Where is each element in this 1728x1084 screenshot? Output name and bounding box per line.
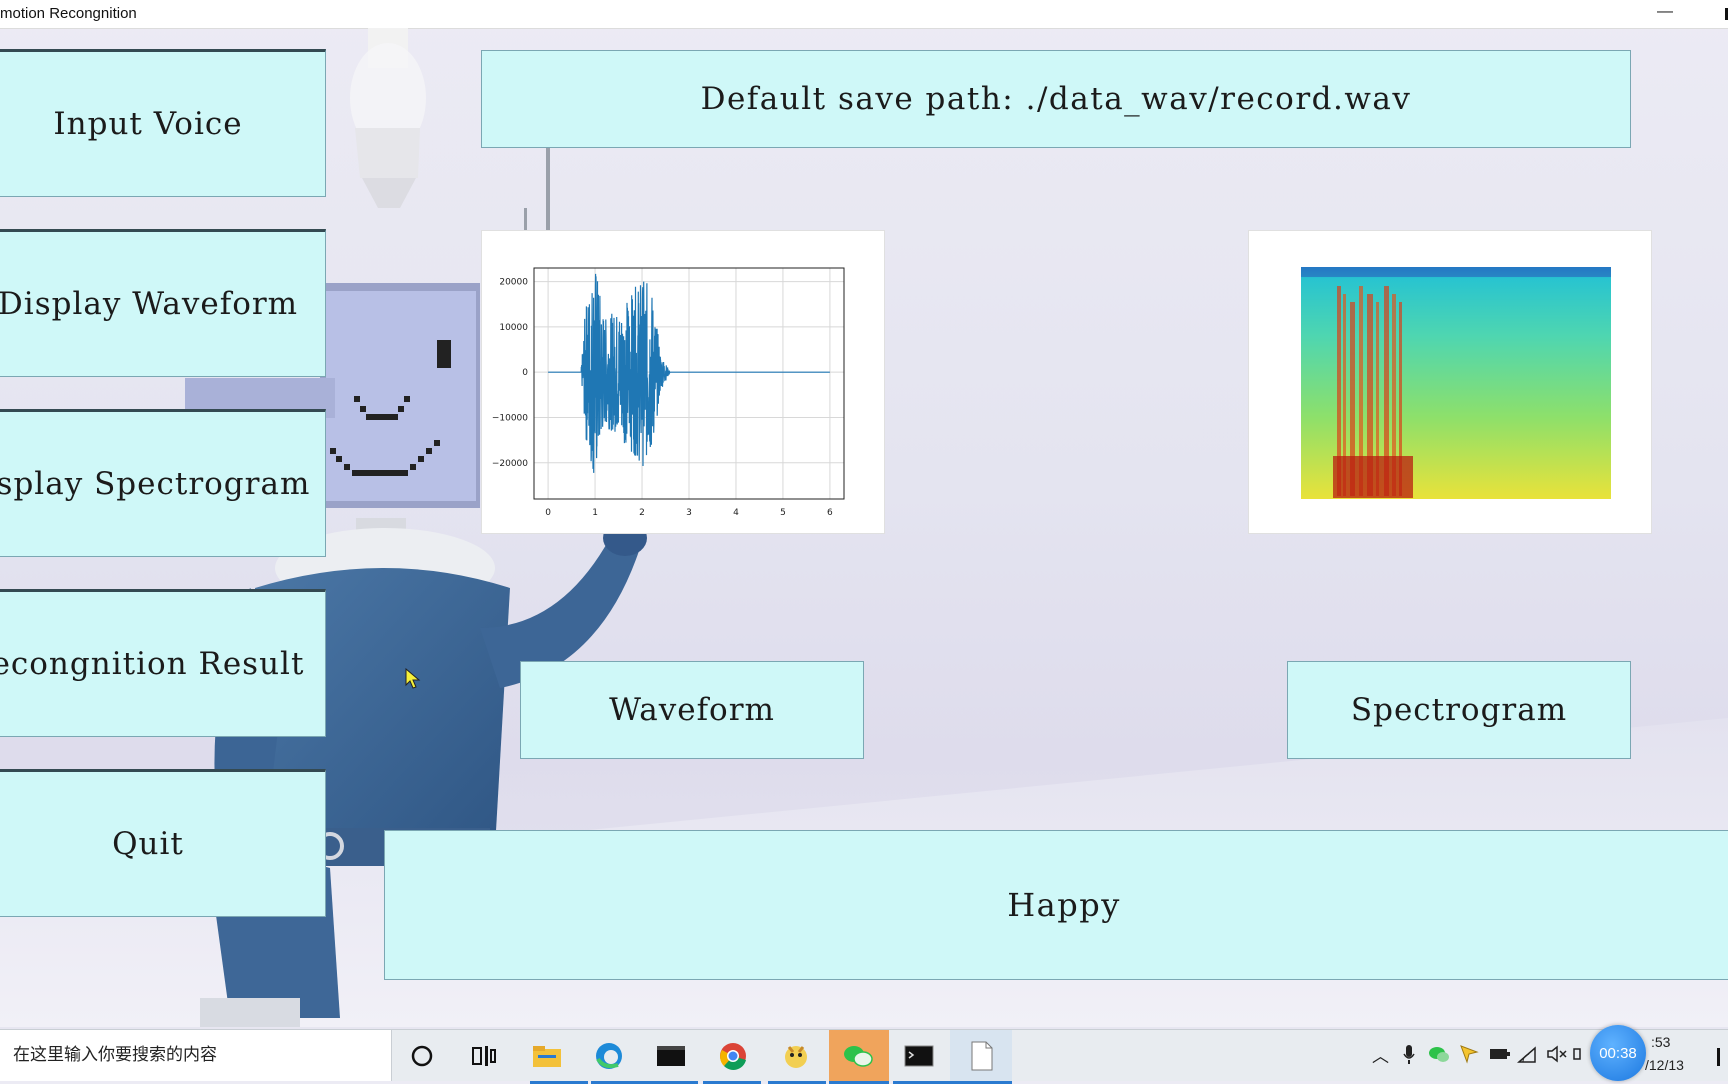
y-tick-label: 10000 [499, 323, 528, 333]
title-bar: motion Recongnition — [0, 0, 1728, 29]
mouse-cursor-icon [405, 668, 421, 689]
recognition-result-button[interactable]: econgnition Result [0, 589, 326, 737]
file-explorer-icon[interactable] [531, 1040, 563, 1072]
python-app-icon[interactable] [780, 1040, 812, 1072]
taskbar: 在这里输入你要搜索的内容 ︿ [0, 1029, 1728, 1084]
waveform-button[interactable]: Waveform [520, 661, 864, 759]
terminal-icon[interactable] [655, 1040, 687, 1072]
input-voice-button[interactable]: Input Voice [0, 49, 326, 197]
emotion-result-label: Happy [384, 830, 1728, 980]
minimize-button[interactable]: — [1642, 0, 1688, 28]
y-tick-label: −10000 [492, 413, 528, 423]
waveform-plot: 0 1 2 3 4 5 6 20000 10000 0 −10000 −20000 [481, 230, 885, 534]
x-tick-label: 1 [592, 508, 598, 518]
recording-timer-badge[interactable]: 00:38 [1590, 1025, 1646, 1081]
y-tick-label: 0 [522, 368, 528, 378]
cortana-icon[interactable] [406, 1040, 438, 1072]
spectrogram-plot [1248, 230, 1652, 534]
microphone-icon[interactable] [1402, 1044, 1416, 1071]
pointer-tool-icon[interactable] [1459, 1044, 1479, 1069]
speaker-muted-icon[interactable] [1546, 1044, 1568, 1069]
input-method-icon[interactable] [1572, 1044, 1584, 1069]
wifi-icon[interactable] [1517, 1044, 1539, 1069]
taskbar-date[interactable]: /12/13 [1645, 1057, 1684, 1073]
wechat-tray-icon[interactable] [1428, 1044, 1450, 1069]
spectrogram-image [1301, 267, 1611, 499]
y-tick-label: 20000 [499, 278, 528, 288]
taskbar-search-input[interactable]: 在这里输入你要搜索的内容 [0, 1030, 392, 1081]
x-tick-label: 6 [827, 508, 833, 518]
show-desktop-button[interactable] [1717, 1048, 1720, 1066]
tray-chevron-up-icon[interactable]: ︿ [1372, 1042, 1389, 1067]
spectrogram-button[interactable]: Spectrogram [1287, 661, 1631, 759]
waveform-chart: 0 1 2 3 4 5 6 20000 10000 0 −10000 −20000 [492, 267, 845, 518]
quit-button[interactable]: Quit [0, 769, 326, 917]
window-title: motion Recongnition [0, 5, 137, 22]
wechat-icon[interactable] [842, 1040, 874, 1072]
x-tick-label: 4 [733, 508, 739, 518]
cmd-window-icon[interactable] [903, 1040, 935, 1072]
taskbar-time[interactable]: :53 [1651, 1034, 1670, 1050]
x-tick-label: 0 [545, 508, 551, 518]
save-path-label: Default save path: ./data_wav/record.wav [481, 50, 1631, 148]
document-icon[interactable] [966, 1040, 998, 1072]
chrome-icon[interactable] [717, 1040, 749, 1072]
task-view-icon[interactable] [468, 1040, 500, 1072]
x-tick-label: 2 [639, 508, 645, 518]
x-tick-label: 3 [686, 508, 692, 518]
display-spectrogram-button[interactable]: isplay Spectrogram [0, 409, 326, 557]
battery-icon[interactable] [1489, 1044, 1511, 1069]
edge-browser-icon[interactable] [593, 1040, 625, 1072]
spectrogram-low-freq-energy [1333, 456, 1413, 498]
display-waveform-button[interactable]: Display Waveform [0, 229, 326, 377]
y-tick-label: −20000 [492, 459, 528, 469]
x-tick-label: 5 [780, 508, 786, 518]
